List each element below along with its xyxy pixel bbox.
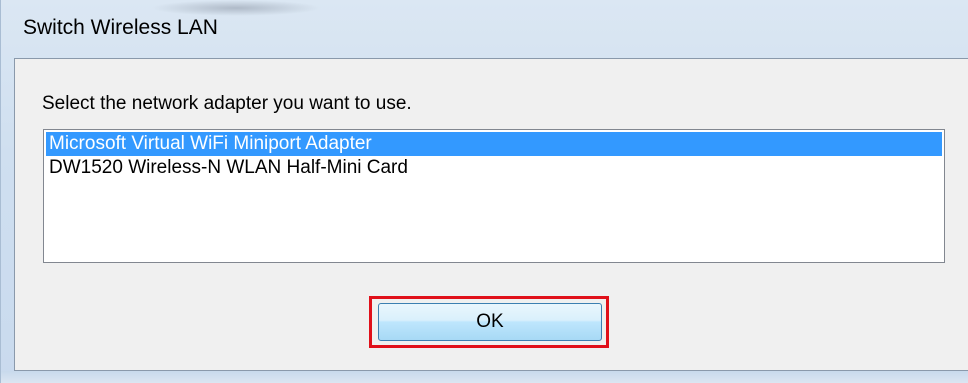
title-bar-glow	[151, 0, 321, 16]
window-title: Switch Wireless LAN	[23, 16, 218, 39]
list-item-adapter-dw1520[interactable]: DW1520 Wireless-N WLAN Half-Mini Card	[46, 156, 942, 180]
list-item-adapter-virtual-wifi[interactable]: Microsoft Virtual WiFi Miniport Adapter	[46, 132, 942, 156]
window-bottom-border	[1, 371, 968, 383]
dialog-window: Switch Wireless LAN Select the network a…	[0, 0, 968, 383]
title-bar[interactable]: Switch Wireless LAN	[1, 0, 968, 58]
prompt-label: Select the network adapter you want to u…	[42, 93, 412, 114]
dialog-body: Select the network adapter you want to u…	[14, 58, 968, 371]
adapter-listbox[interactable]: Microsoft Virtual WiFi Miniport Adapter …	[43, 129, 945, 263]
ok-button[interactable]: OK	[378, 303, 602, 341]
